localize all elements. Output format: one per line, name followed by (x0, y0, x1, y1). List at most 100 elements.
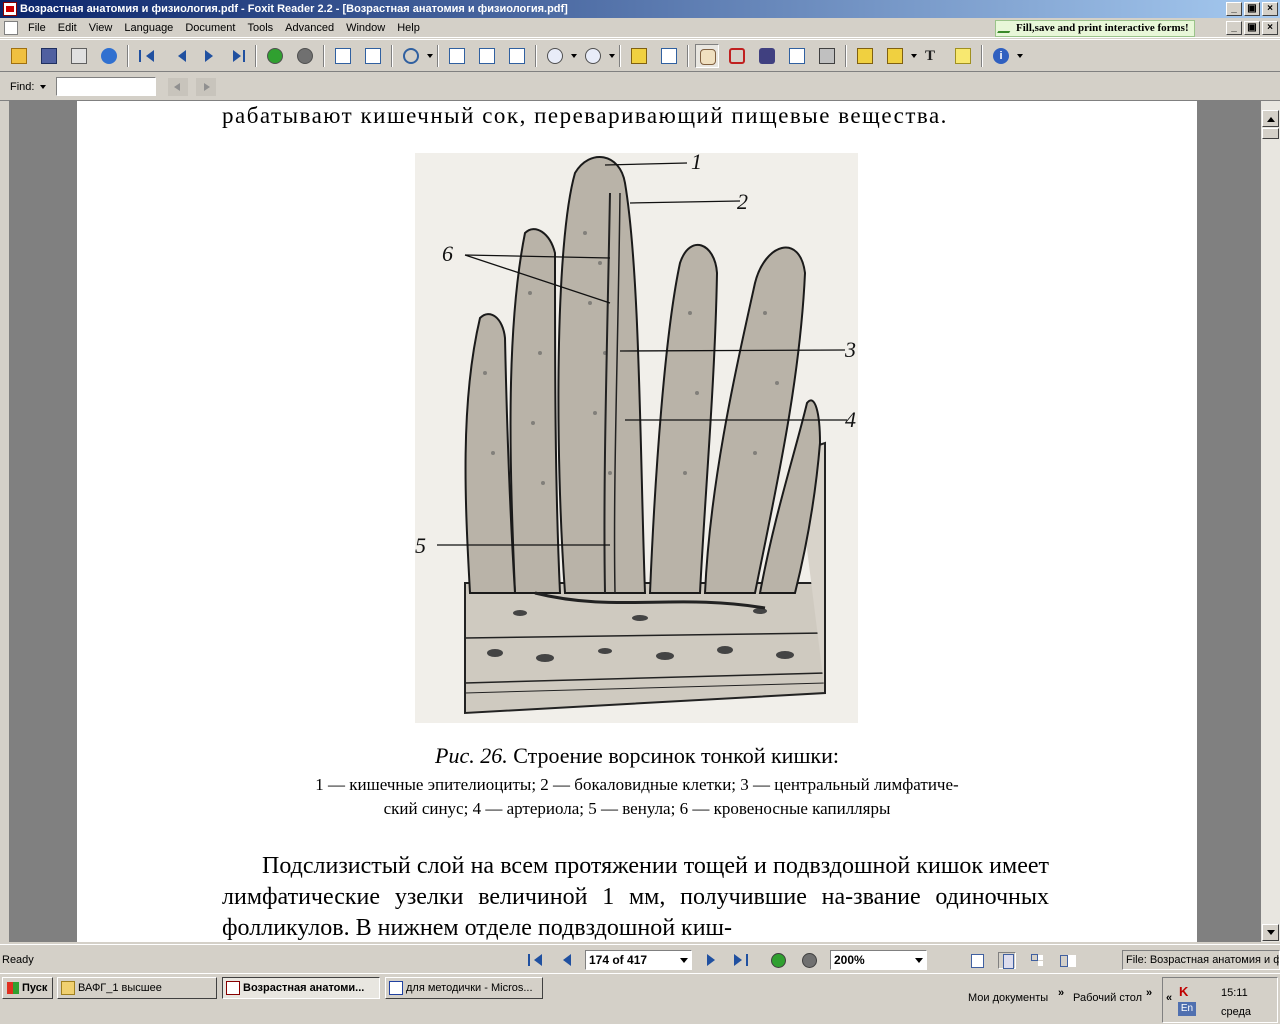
last-page-button[interactable] (225, 44, 249, 68)
zoom-tool-button[interactable] (399, 44, 423, 68)
note-button[interactable] (951, 44, 975, 68)
body-paragraph: Подслизистый слой на всем протяжении тощ… (222, 851, 1049, 942)
open-button[interactable] (7, 44, 31, 68)
chevron-down-icon[interactable] (680, 958, 688, 967)
zoom-level-value: 200% (834, 953, 865, 967)
left-panel-edge[interactable] (0, 101, 10, 942)
quicklaunch-chevron[interactable]: » (1058, 987, 1064, 999)
desktop-chevron[interactable]: » (1146, 987, 1152, 999)
extract-button[interactable] (331, 44, 355, 68)
find-options-dropdown[interactable] (40, 83, 48, 91)
back-button[interactable] (263, 44, 287, 68)
menu-window[interactable]: Window (340, 19, 391, 37)
zoom-dropdown[interactable] (426, 44, 434, 68)
fill-save-banner[interactable]: Fill,save and print interactive forms! (995, 20, 1195, 37)
hand-tool-button[interactable] (695, 43, 719, 68)
status-prev-page-button[interactable] (557, 952, 575, 968)
info-dropdown[interactable] (1016, 44, 1024, 68)
find-icon (759, 47, 775, 64)
find-next-button[interactable] (196, 77, 217, 96)
page-number-field[interactable]: 174 of 417 (585, 950, 692, 970)
scroll-up-button[interactable] (1262, 110, 1279, 127)
taskbar-item-foxit[interactable]: Возрастная анатоми... (222, 977, 380, 999)
rotate-button[interactable] (361, 44, 385, 68)
snapshot-button[interactable] (815, 44, 839, 68)
fit-width-button[interactable] (475, 44, 499, 68)
taskbar-item-folder[interactable]: ВАФГ_1 высшее (57, 977, 217, 999)
zoom-out-button[interactable] (543, 44, 567, 68)
highlight-button[interactable] (853, 44, 877, 68)
caption-line-2: ский синус; 4 — артериола; 5 — венула; 6… (383, 799, 891, 818)
zoom-in-dropdown[interactable] (608, 44, 616, 68)
zoom-in-button[interactable] (581, 44, 605, 68)
fit-page-button[interactable] (505, 44, 529, 68)
zoom-level-field[interactable]: 200% (830, 950, 927, 970)
facing-layout-button[interactable] (1028, 952, 1046, 969)
zoom-out-dropdown[interactable] (570, 44, 578, 68)
first-page-button[interactable] (135, 44, 159, 68)
zoom-out-icon (547, 47, 563, 64)
vertical-scrollbar[interactable] (1261, 101, 1280, 942)
document-viewport[interactable]: рабатывают кишечный сок, переваривающий … (0, 101, 1261, 942)
chevron-down-icon[interactable] (915, 958, 923, 967)
status-first-page-button[interactable] (528, 952, 546, 968)
status-last-page-button[interactable] (732, 952, 750, 968)
close-button[interactable]: × (1262, 2, 1278, 16)
folder-icon (61, 981, 75, 995)
find-button[interactable] (755, 44, 779, 68)
bookmark-button[interactable] (627, 44, 651, 68)
taskbar-item-word[interactable]: для методички - Micros... (385, 977, 543, 999)
maximize-button[interactable]: ▣ (1244, 2, 1260, 16)
menu-document[interactable]: Document (179, 19, 241, 37)
select-text-button[interactable] (725, 44, 749, 68)
web-button[interactable] (97, 44, 121, 68)
menu-advanced[interactable]: Advanced (279, 19, 340, 37)
paragraph-text: Подслизистый слой на всем протяжении тощ… (222, 853, 1049, 941)
toolbar-separator (127, 44, 129, 67)
menu-language[interactable]: Language (118, 19, 179, 37)
forward-button[interactable] (293, 44, 317, 68)
pen-dropdown[interactable] (910, 44, 918, 68)
menu-edit[interactable]: Edit (52, 19, 83, 37)
doc-restore-button[interactable]: ▣ (1244, 21, 1260, 35)
doc-minimize-button[interactable]: _ (1226, 21, 1242, 35)
continuous-facing-layout-button[interactable] (1058, 952, 1076, 969)
print-button[interactable] (67, 44, 91, 68)
doc-close-button[interactable]: × (1262, 21, 1278, 35)
status-next-page-button[interactable] (703, 952, 721, 968)
last-page-icon (229, 48, 245, 64)
info-button[interactable]: i (989, 44, 1013, 68)
find-previous-button[interactable] (168, 77, 189, 96)
clock-time[interactable]: 15:11 (1221, 987, 1248, 999)
start-button[interactable]: Пуск (2, 977, 53, 999)
single-page-layout-button[interactable] (968, 952, 986, 969)
figure-number: Рис. 26. (435, 743, 508, 768)
my-documents-link[interactable]: Мои документы (968, 992, 1048, 1004)
pen-button[interactable] (883, 44, 907, 68)
menu-help[interactable]: Help (391, 19, 426, 37)
continuous-layout-button[interactable] (998, 952, 1016, 969)
document-icon[interactable] (4, 20, 18, 35)
minimize-button[interactable]: _ (1226, 2, 1242, 16)
save-button[interactable] (37, 44, 61, 68)
actual-size-button[interactable] (445, 44, 469, 68)
menu-file[interactable]: File (22, 19, 52, 37)
scroll-thumb[interactable] (1262, 128, 1279, 139)
page-text-top-line: рабатывают кишечный сок, переваривающий … (222, 103, 948, 128)
text-tool-button[interactable]: T (921, 44, 945, 68)
menu-tools[interactable]: Tools (241, 19, 279, 37)
typewriter-button[interactable] (785, 44, 809, 68)
antivirus-icon[interactable]: K (1179, 984, 1188, 999)
next-page-button[interactable] (195, 44, 219, 68)
desktop-link[interactable]: Рабочий стол (1073, 992, 1142, 1004)
fill-save-text: Fill,save and print interactive forms! (1016, 22, 1189, 34)
menu-view[interactable]: View (83, 19, 119, 37)
status-forward-button[interactable] (802, 953, 817, 968)
thumbnail-button[interactable] (657, 44, 681, 68)
scroll-down-button[interactable] (1262, 924, 1279, 941)
language-indicator[interactable]: En (1178, 1002, 1196, 1016)
status-back-button[interactable] (771, 953, 786, 968)
tray-expand-chevron[interactable]: « (1166, 992, 1172, 1004)
prev-page-button[interactable] (165, 44, 189, 68)
find-input[interactable] (56, 77, 157, 96)
